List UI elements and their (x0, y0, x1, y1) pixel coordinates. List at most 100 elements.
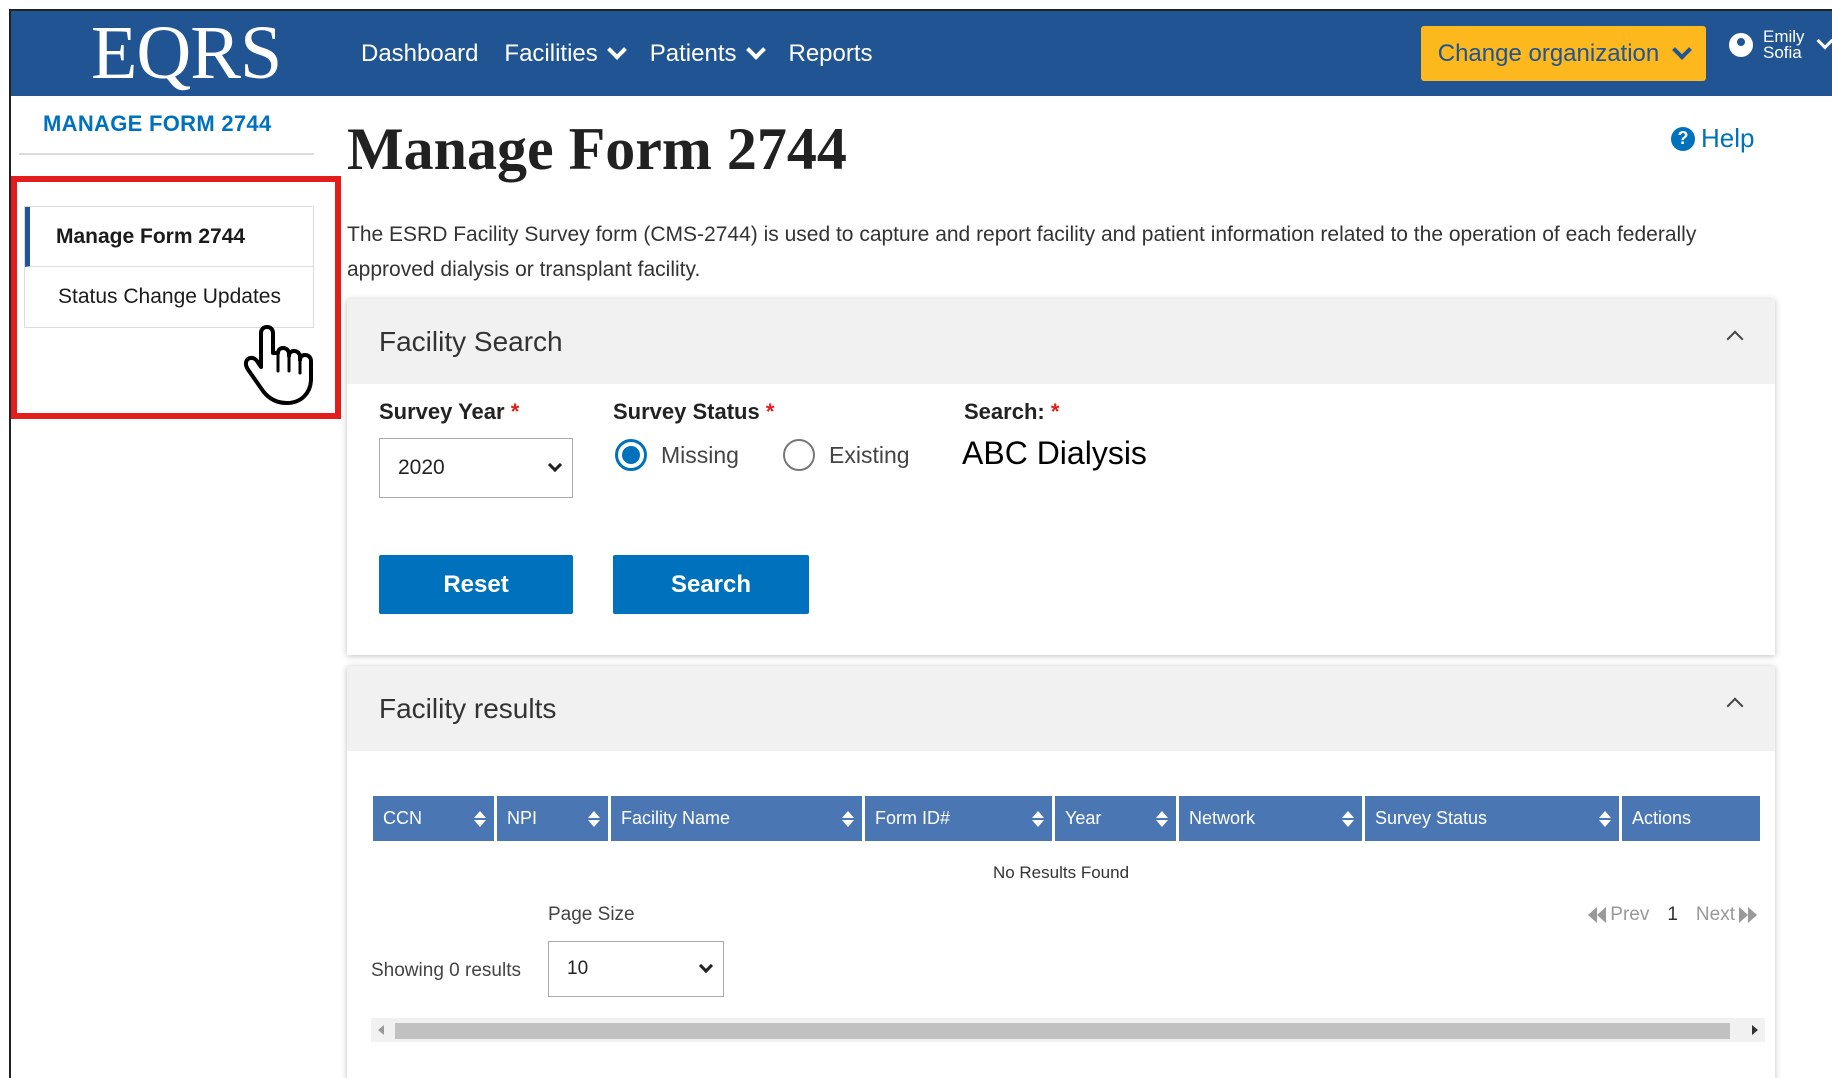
column-label: Network (1189, 808, 1256, 828)
facility-results-card: Facility results CCN NPI Facility Name F… (347, 666, 1775, 1078)
column-label: Survey Status (1375, 808, 1488, 828)
nav-reports-label: Reports (788, 39, 873, 67)
column-npi[interactable]: NPI (497, 796, 608, 841)
chevron-down-icon (606, 39, 627, 60)
page-title: Manage Form 2744 (347, 116, 847, 182)
survey-status-label: Survey Status * (613, 399, 774, 425)
nav-facilities[interactable]: Facilities (504, 39, 627, 68)
facility-results-heading: Facility results (379, 692, 557, 724)
column-year[interactable]: Year (1055, 796, 1176, 841)
chevron-up-icon[interactable] (1726, 330, 1744, 348)
status-existing-radio[interactable]: Existing (783, 439, 910, 471)
page-description: The ESRD Facility Survey form (CMS-2744)… (347, 223, 1697, 281)
prev-page-button[interactable]: Prev (1588, 904, 1649, 926)
survey-status-label-text: Survey Status (613, 399, 760, 424)
column-actions: Actions (1622, 796, 1760, 841)
user-menu[interactable]: Emily Sofia (1729, 28, 1832, 62)
search-label: Search: * (964, 399, 1059, 425)
eqrs-logo[interactable]: EQRS (91, 13, 282, 93)
status-missing-label: Missing (661, 441, 739, 468)
chevron-down-icon (745, 39, 766, 60)
search-button[interactable]: Search (613, 555, 809, 614)
column-label: Year (1065, 808, 1102, 828)
nav-dashboard[interactable]: Dashboard (361, 40, 478, 68)
chevron-up-icon[interactable] (1726, 697, 1744, 715)
scroll-right-icon[interactable] (1752, 1025, 1758, 1035)
survey-year-value: 2020 (398, 456, 445, 479)
column-label: Facility Name (621, 808, 731, 828)
help-link[interactable]: ? Help (1671, 123, 1754, 154)
pointer-hand-icon (243, 325, 313, 405)
required-marker: * (1050, 399, 1060, 424)
nav-facilities-label: Facilities (504, 39, 598, 67)
survey-year-label-text: Survey Year (379, 399, 505, 424)
column-label: CCN (383, 808, 422, 828)
nav-dashboard-label: Dashboard (361, 39, 479, 67)
reset-button[interactable]: Reset (379, 555, 573, 614)
help-label: Help (1701, 123, 1755, 153)
column-form-id[interactable]: Form ID# (865, 796, 1052, 841)
change-organization-button[interactable]: Change organization (1421, 26, 1706, 81)
facility-search-card: Facility Search Survey Year * 2020 Surve… (347, 299, 1775, 655)
horizontal-scrollbar[interactable] (371, 1018, 1765, 1042)
main-nav: Dashboard Facilities Patients Reports (361, 11, 873, 96)
column-label: Actions (1632, 808, 1692, 828)
sort-icon (1156, 810, 1168, 827)
search-label-text: Search: (964, 399, 1045, 424)
next-page-button[interactable]: Next (1696, 904, 1757, 926)
scrollbar-thumb[interactable] (395, 1023, 1730, 1039)
app-frame: EQRS Dashboard Facilities Patients Repor… (9, 9, 1832, 1078)
nav-patients[interactable]: Patients (649, 39, 766, 68)
sort-icon (474, 810, 486, 827)
results-count: Showing 0 results (371, 960, 521, 981)
double-chevron-right-icon (1739, 907, 1757, 923)
current-page[interactable]: 1 (1667, 904, 1678, 926)
top-navigation-bar: EQRS Dashboard Facilities Patients Repor… (11, 11, 1832, 96)
prev-label: Prev (1610, 904, 1650, 925)
chevron-down-icon (1672, 39, 1693, 60)
chevron-down-icon (698, 958, 714, 974)
nav-patients-label: Patients (649, 39, 737, 67)
next-label: Next (1695, 904, 1735, 925)
double-chevron-left-icon (1588, 907, 1607, 923)
scroll-left-icon[interactable] (378, 1025, 384, 1035)
status-existing-label: Existing (829, 441, 910, 468)
pagination: Prev 1 Next (1588, 904, 1757, 926)
sort-icon (1032, 810, 1044, 827)
search-input[interactable]: ABC Dialysis (962, 435, 1147, 472)
column-label: Form ID# (875, 808, 951, 828)
column-survey-status[interactable]: Survey Status (1365, 796, 1619, 841)
user-name: Emily Sofia (1763, 28, 1805, 62)
required-marker: * (510, 399, 520, 424)
sort-icon (1342, 810, 1354, 827)
radio-unselected-icon (783, 439, 815, 471)
sort-icon (1599, 810, 1611, 827)
facility-search-heading: Facility Search (379, 325, 563, 357)
chevron-down-icon (1816, 32, 1832, 50)
sidebar-title: MANAGE FORM 2744 (43, 111, 272, 136)
page-size-select[interactable]: 10 (548, 941, 724, 997)
facility-search-header[interactable]: Facility Search (347, 299, 1775, 384)
page-size-value: 10 (567, 958, 589, 979)
facility-results-header[interactable]: Facility results (347, 666, 1775, 751)
sort-icon (588, 810, 600, 827)
sidebar-divider (19, 153, 314, 155)
status-missing-radio[interactable]: Missing (615, 439, 739, 471)
no-results-message: No Results Found (992, 863, 1130, 882)
question-circle-icon: ? (1671, 126, 1695, 151)
change-organization-label: Change organization (1437, 39, 1660, 67)
user-last-name: Sofia (1763, 43, 1802, 62)
user-avatar-icon (1729, 33, 1753, 57)
results-table-header: CCN NPI Facility Name Form ID# Year Netw… (373, 796, 1760, 841)
survey-year-label: Survey Year * (379, 399, 519, 425)
column-facility-name[interactable]: Facility Name (611, 796, 862, 841)
page-size-label: Page Size (548, 904, 635, 925)
radio-selected-icon (615, 439, 647, 471)
column-network[interactable]: Network (1179, 796, 1362, 841)
sort-icon (842, 810, 854, 827)
column-label: NPI (507, 808, 538, 828)
survey-year-select[interactable]: 2020 (379, 438, 573, 498)
column-ccn[interactable]: CCN (373, 796, 494, 841)
required-marker: * (765, 399, 775, 424)
nav-reports[interactable]: Reports (789, 40, 873, 68)
